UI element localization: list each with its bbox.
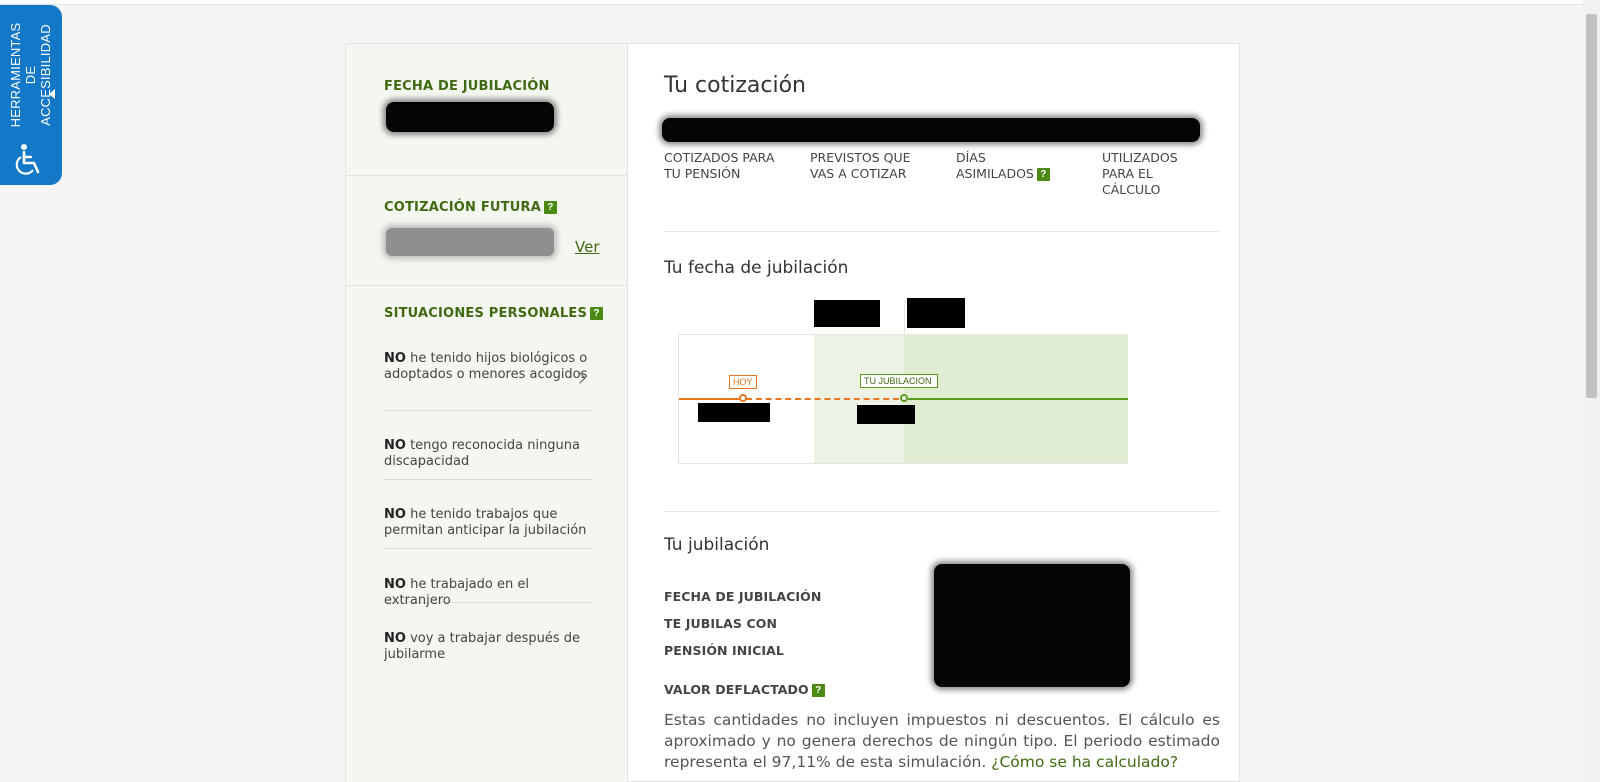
section-divider — [664, 231, 1220, 232]
retirement-title: Tu jubilación — [664, 535, 770, 555]
page-scrollbar[interactable] — [1583, 0, 1600, 782]
initial-pension-row-label: PENSIÓN INICIAL — [664, 643, 784, 658]
situation-prefix: NO — [384, 507, 406, 522]
today-marker — [739, 394, 747, 402]
timeline-past-line — [679, 398, 742, 400]
scrollbar-thumb[interactable] — [1586, 14, 1597, 398]
redacted-future-contribution — [386, 228, 554, 256]
caret-left-icon — [49, 89, 55, 99]
simulation-card: FECHA DE JUBILACIÓN COTIZACIÓN FUTURA? V… — [345, 43, 1240, 782]
situation-text: tengo reconocida ninguna discapacidad — [384, 438, 580, 469]
redacted-retirement-values — [934, 564, 1130, 687]
retirement-tag: TU JUBILACION — [860, 374, 938, 388]
help-icon[interactable]: ? — [590, 307, 604, 320]
deflated-value-row-label: VALOR DEFLACTADO? — [664, 682, 825, 697]
situation-prefix: NO — [384, 631, 406, 646]
future-contribution-label: COTIZACIÓN FUTURA — [384, 200, 541, 215]
personal-situations-heading: SITUACIONES PERSONALES? — [384, 306, 604, 321]
retirement-timeline: HOY TU JUBILACION — [678, 301, 1128, 464]
future-contribution-section: COTIZACIÓN FUTURA? Ver — [346, 176, 628, 286]
retirement-date-label: FECHA DE JUBILACIÓN — [384, 79, 550, 94]
wheelchair-icon — [15, 144, 40, 175]
stat-assimilated-text: DÍAS ASIMILADOS — [956, 150, 1034, 181]
how-calculated-link[interactable]: ¿Cómo se ha calculado? — [991, 753, 1178, 771]
today-tag: HOY — [729, 375, 757, 389]
redacted-contribution-values — [662, 118, 1200, 142]
summary-sidebar: FECHA DE JUBILACIÓN COTIZACIÓN FUTURA? V… — [346, 44, 628, 782]
situation-item-abroad: NO he trabajado en el extranjero — [384, 577, 592, 608]
timeline-retirement-line — [908, 398, 1128, 400]
disclaimer-text: Estas cantidades no incluyen impuestos n… — [664, 710, 1220, 773]
situation-text: voy a trabajar después de jubilarme — [384, 631, 580, 662]
redacted-today-date — [698, 403, 770, 422]
situation-item-children[interactable]: NO he tenido hijos biológicos o adoptado… — [384, 351, 592, 411]
section-divider — [664, 511, 1220, 512]
stat-contributed-label: COTIZADOS PARA TU PENSIÓN — [664, 150, 775, 181]
situation-prefix: NO — [384, 577, 406, 592]
help-icon[interactable]: ? — [811, 684, 825, 697]
situation-item-work-after-retirement: NO voy a trabajar después de jubilarme — [384, 631, 592, 667]
redacted-retirement-date — [857, 405, 915, 424]
redacted-timeline-label — [814, 300, 880, 327]
situation-text: he trabajado en el extranjero — [384, 577, 529, 608]
stat-used-label: UTILIZADOS PARA EL CÁLCULO — [1102, 150, 1178, 197]
retirement-marker — [900, 394, 908, 402]
situation-text: he tenido trabajos que permitan anticipa… — [384, 507, 587, 538]
situation-item-early-retirement-jobs: NO he tenido trabajos que permitan antic… — [384, 507, 592, 549]
view-future-contribution-link[interactable]: Ver — [575, 238, 600, 256]
retirement-date-title: Tu fecha de jubilación — [664, 258, 849, 278]
situation-text: he tenido hijos biológicos o adoptados o… — [384, 351, 588, 382]
stat-assimilated-label: DÍAS ASIMILADOS? — [956, 150, 1056, 182]
retirement-date-row-label: FECHA DE JUBILACIÓN — [664, 589, 822, 604]
situation-prefix: NO — [384, 438, 406, 453]
retire-with-row-label: TE JUBILAS CON — [664, 616, 778, 631]
timeline-projected-line — [746, 398, 899, 400]
timeline-marker-line — [904, 301, 905, 335]
situation-prefix: NO — [384, 351, 406, 366]
redacted-retirement-date — [386, 102, 554, 132]
help-icon[interactable]: ? — [1036, 168, 1050, 181]
personal-situations-label: SITUACIONES PERSONALES — [384, 306, 588, 321]
redacted-timeline-label — [907, 298, 965, 328]
deflated-value-text: VALOR DEFLACTADO — [664, 682, 809, 697]
stat-expected-label: PREVISTOS QUE VAS A COTIZAR — [810, 150, 911, 181]
future-contribution-heading: COTIZACIÓN FUTURA? — [384, 200, 557, 215]
situation-item-disability: NO tengo reconocida ninguna discapacidad — [384, 438, 592, 480]
contribution-title: Tu cotización — [664, 73, 806, 98]
accessibility-tools-tab[interactable]: Herramientas de accesibilidad — [0, 5, 62, 185]
help-icon[interactable]: ? — [543, 201, 557, 214]
retirement-date-section: FECHA DE JUBILACIÓN — [346, 44, 628, 176]
accessibility-tools-label: Herramientas de accesibilidad — [8, 22, 53, 128]
top-border — [0, 0, 1600, 5]
